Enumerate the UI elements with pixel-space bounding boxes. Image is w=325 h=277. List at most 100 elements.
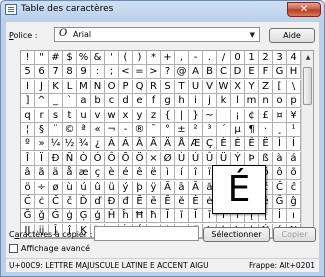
char-cell[interactable]: b bbox=[91, 94, 105, 109]
char-cell[interactable]: Ú bbox=[189, 151, 203, 166]
char-cell[interactable]: @ bbox=[175, 65, 189, 80]
char-cell[interactable]: 7 bbox=[49, 65, 63, 80]
char-cell[interactable]: t bbox=[63, 108, 77, 123]
char-cell[interactable]: ¶ bbox=[245, 123, 259, 137]
char-cell[interactable]: û bbox=[91, 180, 105, 195]
char-cell[interactable]: ! bbox=[21, 51, 35, 65]
char-cell[interactable]: ô bbox=[273, 166, 287, 181]
char-cell[interactable]: ğ bbox=[35, 209, 49, 224]
char-cell[interactable]: # bbox=[49, 51, 63, 65]
char-cell[interactable]: Ë bbox=[259, 137, 273, 152]
advanced-view-checkbox[interactable] bbox=[9, 244, 18, 253]
char-cell[interactable]: [ bbox=[273, 79, 287, 94]
char-cell[interactable]: ´ bbox=[217, 123, 231, 137]
char-cell[interactable]: k bbox=[217, 94, 231, 109]
char-cell[interactable]: q bbox=[21, 108, 35, 123]
char-cell[interactable]: ' bbox=[105, 51, 119, 65]
char-cell[interactable]: ĥ bbox=[119, 209, 133, 224]
char-cell[interactable]: 2 bbox=[259, 51, 273, 65]
char-cell[interactable]: ú bbox=[77, 180, 91, 195]
char-cell[interactable]: c bbox=[105, 94, 119, 109]
char-cell[interactable]: J bbox=[35, 79, 49, 94]
char-cell[interactable]: Ò bbox=[77, 151, 91, 166]
char-cell[interactable]: ġ bbox=[63, 209, 77, 224]
char-cell[interactable]: e bbox=[133, 94, 147, 109]
char-cell[interactable]: : bbox=[91, 65, 105, 80]
char-cell[interactable]: Ð bbox=[49, 151, 63, 166]
char-cell[interactable]: ¡ bbox=[231, 108, 245, 123]
char-cell[interactable]: 1 bbox=[245, 51, 259, 65]
char-cell[interactable]: x bbox=[119, 108, 133, 123]
char-cell[interactable]: - bbox=[189, 51, 203, 65]
char-cell[interactable]: Ñ bbox=[63, 151, 77, 166]
char-cell[interactable]: Ġ bbox=[49, 209, 63, 224]
char-cell[interactable]: Ĥ bbox=[105, 209, 119, 224]
char-cell[interactable]: Đ bbox=[105, 195, 119, 209]
char-cell[interactable]: Î bbox=[21, 151, 35, 166]
char-cell[interactable]: H bbox=[287, 65, 301, 80]
char-cell[interactable]: ģ bbox=[91, 209, 105, 224]
char-cell[interactable]: 8 bbox=[63, 65, 77, 80]
char-cell[interactable]: K bbox=[49, 79, 63, 94]
char-cell[interactable]: § bbox=[35, 123, 49, 137]
char-cell[interactable]: = bbox=[133, 65, 147, 80]
title-bar[interactable]: Table des caractères ✕ bbox=[1, 1, 324, 21]
char-cell[interactable]: ë bbox=[147, 166, 161, 181]
char-cell[interactable]: v bbox=[91, 108, 105, 123]
char-cell[interactable]: ` bbox=[63, 94, 77, 109]
char-cell[interactable]: Ö bbox=[133, 151, 147, 166]
char-cell[interactable]: S bbox=[161, 79, 175, 94]
char-cell[interactable]: V bbox=[203, 79, 217, 94]
char-cell[interactable]: r bbox=[35, 108, 49, 123]
char-cell[interactable]: ý bbox=[119, 180, 133, 195]
char-cell[interactable]: ¤ bbox=[273, 108, 287, 123]
char-cell[interactable]: o bbox=[273, 94, 287, 109]
char-cell[interactable]: m bbox=[245, 94, 259, 109]
char-cell[interactable]: < bbox=[119, 65, 133, 80]
char-cell[interactable]: ~ bbox=[203, 108, 217, 123]
char-cell[interactable]: ¹ bbox=[287, 123, 301, 137]
char-cell[interactable]: ü bbox=[105, 180, 119, 195]
char-cell[interactable]: À bbox=[105, 137, 119, 152]
char-cell[interactable]: İ bbox=[273, 209, 287, 224]
char-cell[interactable]: È bbox=[217, 137, 231, 152]
char-cell[interactable]: Õ bbox=[119, 151, 133, 166]
char-cell[interactable]: Q bbox=[133, 79, 147, 94]
char-cell[interactable]: T bbox=[175, 79, 189, 94]
char-cell[interactable]: A bbox=[189, 65, 203, 80]
char-cell[interactable]: « bbox=[91, 123, 105, 137]
char-cell[interactable]: ù bbox=[63, 180, 77, 195]
char-cell[interactable]: 0 bbox=[231, 51, 245, 65]
character-grid[interactable]: ! " # $% & '() * +, -./0 1 2 3 4 5 6 7 8 9:; < = >? @ A B C D E F G H… bbox=[20, 50, 314, 239]
char-cell[interactable]: © bbox=[63, 123, 77, 137]
char-cell[interactable]: % bbox=[77, 51, 91, 65]
char-cell[interactable]: É bbox=[231, 137, 245, 152]
char-cell[interactable]: ° bbox=[161, 123, 175, 137]
char-cell[interactable]: 5 bbox=[21, 65, 35, 80]
char-cell[interactable]: ¦ bbox=[21, 123, 35, 137]
char-cell[interactable]: ? bbox=[161, 65, 175, 80]
font-dropdown[interactable]: O Arial ▼ bbox=[54, 27, 260, 42]
copy-button[interactable]: Copier bbox=[273, 227, 316, 242]
char-cell[interactable]: p bbox=[287, 94, 301, 109]
char-cell[interactable]: ã bbox=[35, 166, 49, 181]
char-cell[interactable]: * bbox=[147, 51, 161, 65]
char-cell[interactable]: č bbox=[63, 195, 77, 209]
char-cell[interactable]: L bbox=[63, 79, 77, 94]
char-cell[interactable]: ª bbox=[77, 123, 91, 137]
char-cell[interactable]: z bbox=[147, 108, 161, 123]
char-cell[interactable] bbox=[217, 108, 231, 123]
char-cell[interactable]: W bbox=[217, 79, 231, 94]
char-cell[interactable]: ¢ bbox=[245, 108, 259, 123]
char-cell[interactable]: » bbox=[35, 137, 49, 152]
scroll-up-icon[interactable]: ▲ bbox=[303, 52, 313, 63]
char-cell[interactable]: ÷ bbox=[35, 180, 49, 195]
char-cell[interactable]: U bbox=[189, 79, 203, 94]
char-cell[interactable]: Ī bbox=[189, 209, 203, 224]
char-cell[interactable]: ^ bbox=[35, 94, 49, 109]
char-cell[interactable]: î bbox=[189, 166, 203, 181]
char-cell[interactable]: Ï bbox=[35, 151, 49, 166]
char-cell[interactable]: ċ bbox=[35, 195, 49, 209]
char-cell[interactable]: ® bbox=[133, 123, 147, 137]
char-cell[interactable]: â bbox=[21, 166, 35, 181]
